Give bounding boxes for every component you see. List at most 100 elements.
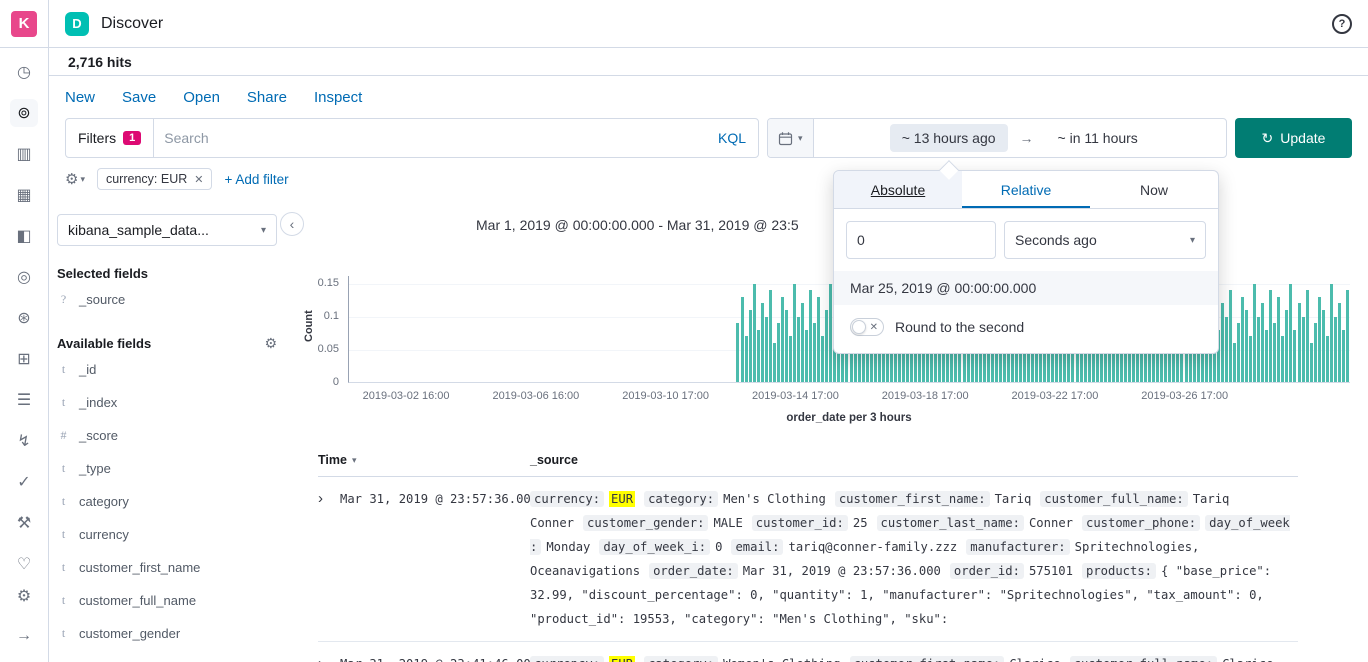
histogram-bar[interactable] xyxy=(781,297,784,382)
filters-button[interactable]: Filters 1 xyxy=(66,119,154,157)
canvas-icon[interactable]: ◧ xyxy=(10,222,38,250)
histogram-bar[interactable] xyxy=(777,323,780,382)
field-item-customer_first_name[interactable]: tcustomer_first_name xyxy=(57,551,277,584)
histogram-bar[interactable] xyxy=(1229,290,1232,382)
field-item-_score[interactable]: #_score xyxy=(57,419,277,452)
histogram-bar[interactable] xyxy=(753,284,756,382)
stack-monitoring-icon[interactable]: ♡ xyxy=(10,550,38,578)
histogram-bar[interactable] xyxy=(801,303,804,382)
tab-now[interactable]: Now xyxy=(1090,171,1218,208)
histogram-bar[interactable] xyxy=(829,284,832,382)
histogram-bar[interactable] xyxy=(1285,310,1288,382)
histogram-bar[interactable] xyxy=(1225,317,1228,382)
histogram-bar[interactable] xyxy=(1298,303,1301,382)
histogram-bar[interactable] xyxy=(745,336,748,382)
histogram-bar[interactable] xyxy=(1277,297,1280,382)
histogram-bar[interactable] xyxy=(1310,343,1313,382)
kibana-logo[interactable]: K xyxy=(0,0,49,47)
menu-new[interactable]: New xyxy=(65,89,95,107)
date-range-start[interactable]: ~ 13 hours ago xyxy=(890,124,1008,152)
histogram-bar[interactable] xyxy=(789,336,792,382)
histogram-bar[interactable] xyxy=(1221,303,1224,382)
relative-value-input[interactable] xyxy=(846,221,996,259)
histogram-bar[interactable] xyxy=(1241,297,1244,382)
field-item-currency[interactable]: tcurrency xyxy=(57,518,277,551)
histogram-bar[interactable] xyxy=(1306,290,1309,382)
collapse-navigation-icon[interactable]: → xyxy=(10,622,38,650)
histogram-bar[interactable] xyxy=(1237,323,1240,382)
histogram-bar[interactable] xyxy=(821,336,824,382)
recently-viewed-icon[interactable]: ◷ xyxy=(10,58,38,86)
time-column-header[interactable]: Time ▾ xyxy=(318,453,530,467)
field-item-customer_gender[interactable]: tcustomer_gender xyxy=(57,617,277,650)
menu-inspect[interactable]: Inspect xyxy=(314,89,362,107)
histogram-bar[interactable] xyxy=(809,290,812,382)
histogram-bar[interactable] xyxy=(1253,284,1256,382)
filter-chip-currency[interactable]: currency: EUR ✕ xyxy=(97,168,213,190)
expand-row-icon[interactable]: › xyxy=(318,652,340,662)
machine-learning-icon[interactable]: ⊛ xyxy=(10,304,38,332)
filter-options-button[interactable]: ⚙ ▾ xyxy=(65,170,85,188)
discover-icon[interactable]: ⊚ xyxy=(10,99,38,127)
relative-unit-select[interactable]: Seconds ago ▾ xyxy=(1004,221,1206,259)
histogram-bar[interactable] xyxy=(1245,310,1248,382)
histogram-bar[interactable] xyxy=(1346,290,1349,382)
field-item-_source[interactable]: ?_source xyxy=(57,283,277,316)
round-toggle[interactable]: ✕ xyxy=(850,318,884,336)
histogram-bar[interactable] xyxy=(773,343,776,382)
histogram-bar[interactable] xyxy=(1302,317,1305,382)
menu-share[interactable]: Share xyxy=(247,89,287,107)
histogram-bar[interactable] xyxy=(1261,303,1264,382)
histogram-bar[interactable] xyxy=(813,323,816,382)
collapse-chart-button[interactable]: ‹ xyxy=(280,212,304,236)
histogram-bar[interactable] xyxy=(1273,323,1276,382)
space-badge[interactable]: D xyxy=(65,12,89,36)
visualize-icon[interactable]: ▥ xyxy=(10,140,38,168)
histogram-bar[interactable] xyxy=(1318,297,1321,382)
histogram-bar[interactable] xyxy=(785,310,788,382)
dashboard-icon[interactable]: ▦ xyxy=(10,181,38,209)
histogram-bar[interactable] xyxy=(757,330,760,382)
histogram-bar[interactable] xyxy=(1334,317,1337,382)
expand-row-icon[interactable]: › xyxy=(318,487,340,631)
histogram-bar[interactable] xyxy=(749,310,752,382)
histogram-bar[interactable] xyxy=(741,297,744,382)
histogram-bar[interactable] xyxy=(817,297,820,382)
histogram-bar[interactable] xyxy=(1322,310,1325,382)
field-settings-gear-icon[interactable]: ⚙ xyxy=(264,335,277,352)
menu-open[interactable]: Open xyxy=(183,89,220,107)
histogram-bar[interactable] xyxy=(1281,336,1284,382)
kql-toggle[interactable]: KQL xyxy=(706,130,758,146)
apm-icon[interactable]: ↯ xyxy=(10,427,38,455)
histogram-bar[interactable] xyxy=(1265,330,1268,382)
tab-absolute[interactable]: Absolute xyxy=(834,171,962,208)
uptime-icon[interactable]: ✓ xyxy=(10,468,38,496)
histogram-bar[interactable] xyxy=(765,317,768,382)
histogram-bar[interactable] xyxy=(1289,284,1292,382)
histogram-bar[interactable] xyxy=(797,317,800,382)
menu-save[interactable]: Save xyxy=(122,89,156,107)
management-icon[interactable]: ⚙ xyxy=(10,582,38,610)
histogram-bar[interactable] xyxy=(793,284,796,382)
index-pattern-select[interactable]: kibana_sample_data... ▾ xyxy=(57,214,277,246)
add-filter-link[interactable]: + Add filter xyxy=(224,172,288,187)
histogram-bar[interactable] xyxy=(1326,336,1329,382)
maps-icon[interactable]: ◎ xyxy=(10,263,38,291)
field-item-_type[interactable]: t_type xyxy=(57,452,277,485)
search-input[interactable] xyxy=(154,130,706,146)
histogram-bar[interactable] xyxy=(736,323,739,382)
histogram-bar[interactable] xyxy=(1314,323,1317,382)
update-button[interactable]: ↻ Update xyxy=(1235,118,1352,158)
field-item-category[interactable]: tcategory xyxy=(57,485,277,518)
histogram-bar[interactable] xyxy=(1330,284,1333,382)
tab-relative[interactable]: Relative xyxy=(962,171,1090,208)
histogram-bar[interactable] xyxy=(1257,317,1260,382)
histogram-bar[interactable] xyxy=(769,290,772,382)
logs-icon[interactable]: ☰ xyxy=(10,386,38,414)
histogram-bar[interactable] xyxy=(1269,290,1272,382)
histogram-bar[interactable] xyxy=(1293,330,1296,382)
metrics-icon[interactable]: ⊞ xyxy=(10,345,38,373)
histogram-bar[interactable] xyxy=(1233,343,1236,382)
field-item-customer_full_name[interactable]: tcustomer_full_name xyxy=(57,584,277,617)
histogram-bar[interactable] xyxy=(1338,303,1341,382)
